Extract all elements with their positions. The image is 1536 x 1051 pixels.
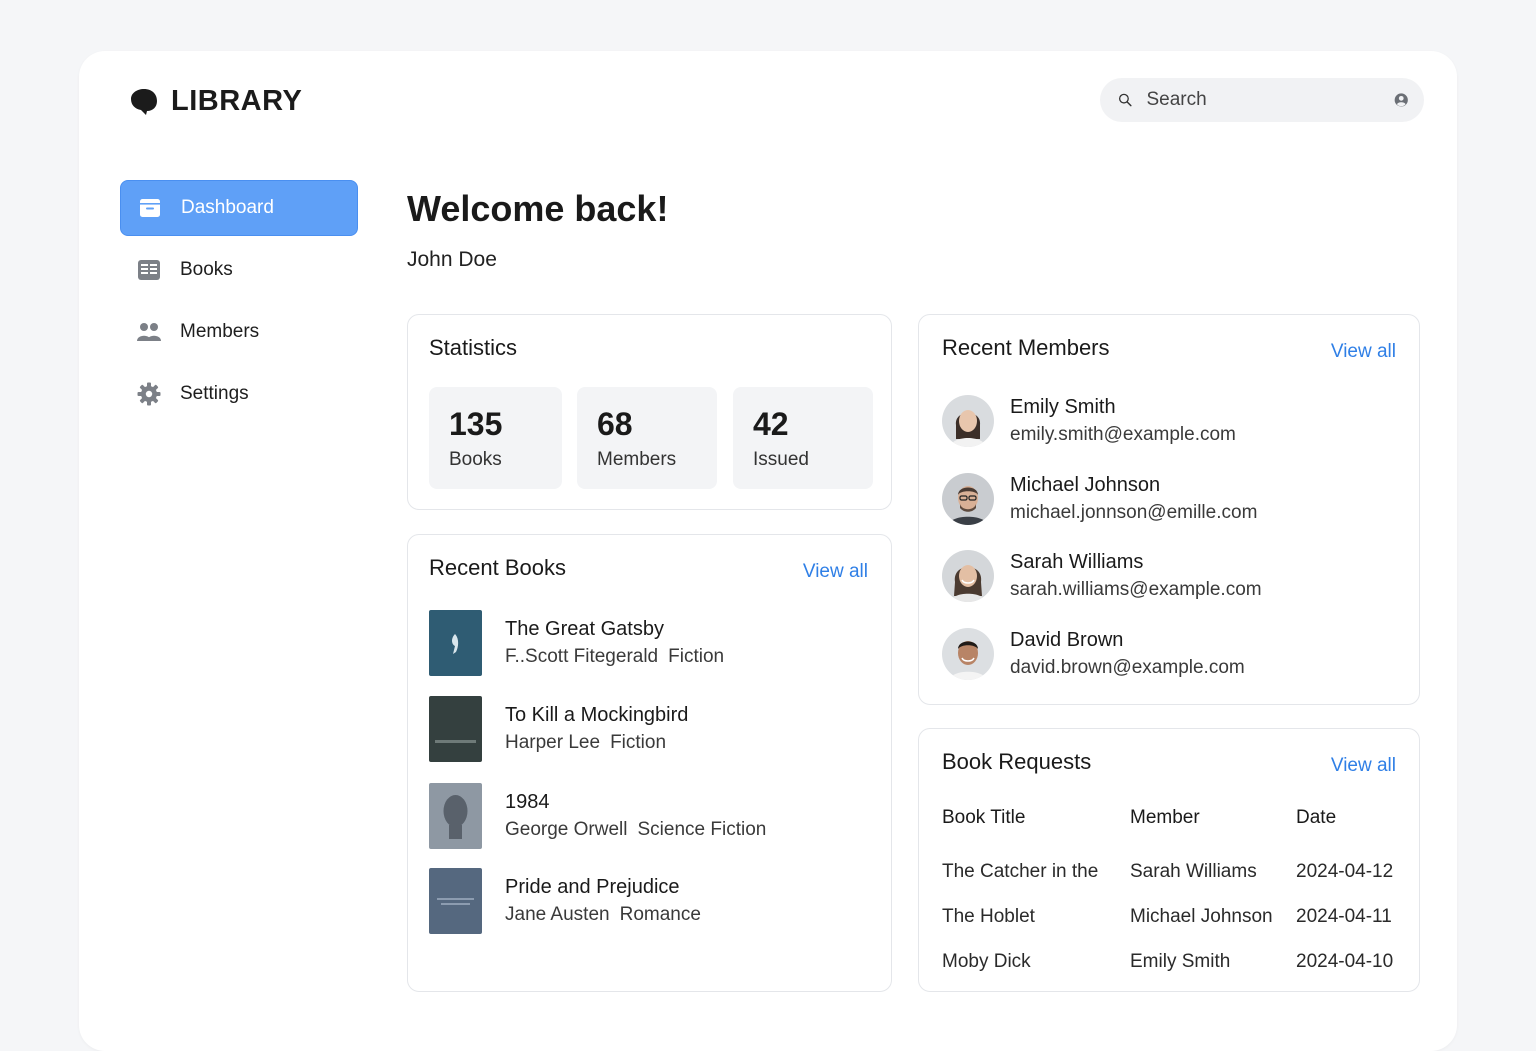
user-account-icon[interactable] bbox=[1394, 89, 1409, 111]
user-name: John Doe bbox=[407, 248, 497, 271]
sidebar: Dashboard Books Members Settings bbox=[120, 180, 358, 428]
stat-books: 135 Books bbox=[429, 387, 562, 489]
book-title: Pride and Prejudice bbox=[505, 876, 680, 898]
book-genre: Fiction bbox=[610, 732, 667, 753]
card-title: Statistics bbox=[429, 335, 518, 360]
search-icon bbox=[1118, 93, 1132, 107]
view-all-books-link[interactable]: View all bbox=[803, 561, 868, 583]
member-item[interactable]: Michael Johnson michael.jonnson@emille.c… bbox=[942, 470, 1257, 528]
member-name: David Brown bbox=[1010, 629, 1124, 651]
avatar bbox=[942, 395, 994, 447]
member-name: Emily Smith bbox=[1010, 396, 1116, 418]
stat-members: 68 Members bbox=[577, 387, 717, 489]
book-cover-image bbox=[429, 610, 482, 676]
app-window: LIBRARY Dashboard bbox=[79, 51, 1457, 1051]
sidebar-item-label: Dashboard bbox=[181, 197, 274, 218]
member-item[interactable]: David Brown david.brown@example.com bbox=[942, 625, 1245, 683]
sidebar-item-label: Members bbox=[180, 321, 260, 342]
members-icon bbox=[136, 319, 162, 345]
column-header-date[interactable]: Date bbox=[1296, 801, 1406, 835]
view-all-members-link[interactable]: View all bbox=[1331, 341, 1396, 363]
book-title: To Kill a Mockingbird bbox=[505, 704, 689, 726]
request-book-title: The Hoblet bbox=[942, 905, 1035, 927]
column-header-member[interactable]: Member bbox=[1130, 801, 1296, 835]
request-member: Sarah Williams bbox=[1130, 860, 1257, 882]
library-logo-icon bbox=[131, 88, 157, 115]
book-cover-image bbox=[429, 696, 482, 762]
card-title: Recent Members bbox=[942, 335, 1110, 360]
stat-label: Members bbox=[597, 449, 677, 470]
request-member: Emily Smith bbox=[1130, 950, 1231, 972]
book-item[interactable]: The Great Gatsby F..Scott Fitegerald Fict… bbox=[429, 610, 724, 676]
sidebar-item-dashboard[interactable]: Dashboard bbox=[120, 180, 358, 236]
recent-books-card: Recent Books View all The Great Gatsby F… bbox=[407, 534, 892, 992]
stat-value: 68 bbox=[597, 406, 633, 442]
request-date: 2024-04-10 bbox=[1296, 950, 1394, 972]
avatar bbox=[942, 473, 994, 525]
book-author: George Orwell bbox=[505, 819, 628, 840]
view-all-requests-link[interactable]: View all bbox=[1331, 755, 1396, 777]
book-author: F..Scott Fitegerald bbox=[505, 646, 659, 667]
stat-label: Books bbox=[449, 449, 502, 470]
sidebar-item-settings[interactable]: Settings bbox=[120, 366, 358, 422]
table-header-row: Book Title Member Date bbox=[942, 801, 1406, 835]
book-genre: Science Fiction bbox=[637, 819, 767, 840]
table-row[interactable]: The Hoblet Michael Johnson 2024-04-11 bbox=[942, 894, 1406, 939]
gear-icon bbox=[136, 381, 162, 407]
avatar bbox=[942, 550, 994, 602]
card-title: Book Requests bbox=[942, 749, 1092, 774]
book-cover-image bbox=[429, 783, 482, 849]
stat-value: 42 bbox=[753, 406, 789, 442]
stat-value: 135 bbox=[449, 406, 503, 442]
search-bar[interactable] bbox=[1100, 78, 1424, 122]
sidebar-item-label: Books bbox=[180, 259, 233, 280]
request-date: 2024-04-12 bbox=[1296, 860, 1394, 882]
stat-issued: 42 Issued bbox=[733, 387, 873, 489]
book-cover-image bbox=[429, 868, 482, 934]
book-item[interactable]: Pride and Prejudice Jane Austen Romance bbox=[429, 868, 701, 934]
request-date: 2024-04-11 bbox=[1296, 905, 1392, 927]
request-member: Michael Johnson bbox=[1130, 905, 1273, 927]
requests-table: Book Title Member Date The Catcher in th… bbox=[942, 801, 1406, 984]
table-row[interactable]: Moby Dick Emily Smith 2024-04-10 bbox=[942, 939, 1406, 984]
member-email: michael.jonnson@emille.com bbox=[1010, 502, 1258, 523]
member-email: sarah.williams@example.com bbox=[1010, 579, 1262, 600]
book-item[interactable]: To Kill a Mockingbird Harper Lee Fiction bbox=[429, 696, 688, 762]
column-header-book-title[interactable]: Book Title bbox=[942, 801, 1130, 835]
request-book-title: The Catcher in the bbox=[942, 860, 1099, 882]
member-email: emily.smith@example.com bbox=[1010, 424, 1236, 445]
page-title: Welcome back! bbox=[407, 188, 669, 229]
avatar bbox=[942, 628, 994, 680]
sidebar-item-books[interactable]: Books bbox=[120, 242, 358, 298]
book-genre: Fiction bbox=[668, 646, 725, 667]
statistics-card: Statistics 135 Books 68 Members 42 Issue… bbox=[407, 314, 892, 510]
book-genre: Romance bbox=[619, 904, 701, 925]
dashboard-icon bbox=[137, 195, 163, 221]
member-email: david.brown@example.com bbox=[1010, 657, 1245, 678]
book-title: 1984 bbox=[505, 791, 550, 813]
table-row[interactable]: The Catcher in the Sarah Williams 2024-0… bbox=[942, 835, 1406, 894]
books-icon bbox=[136, 257, 162, 283]
recent-members-card: Recent Members View all Emily Smith emil… bbox=[918, 314, 1420, 705]
sidebar-item-members[interactable]: Members bbox=[120, 304, 358, 360]
member-name: Michael Johnson bbox=[1010, 474, 1161, 496]
book-author: Harper Lee bbox=[505, 732, 601, 753]
brand-name: LIBRARY bbox=[171, 85, 303, 117]
sidebar-item-label: Settings bbox=[180, 383, 249, 404]
member-item[interactable]: Sarah Williams sarah.williams@example.co… bbox=[942, 547, 1262, 605]
stat-label: Issued bbox=[753, 449, 809, 470]
book-author: Jane Austen bbox=[505, 904, 610, 925]
card-title: Recent Books bbox=[429, 555, 566, 580]
search-input[interactable] bbox=[1144, 88, 1394, 112]
member-item[interactable]: Emily Smith emily.smith@example.com bbox=[942, 392, 1236, 450]
request-book-title: Moby Dick bbox=[942, 950, 1031, 972]
book-requests-card: Book Requests View all Book Title Member… bbox=[918, 728, 1420, 992]
book-title: The Great Gatsby bbox=[505, 618, 664, 640]
book-item[interactable]: 1984 George Orwell Science Fiction bbox=[429, 783, 766, 849]
member-name: Sarah Williams bbox=[1010, 551, 1144, 573]
brand[interactable]: LIBRARY bbox=[129, 85, 302, 118]
